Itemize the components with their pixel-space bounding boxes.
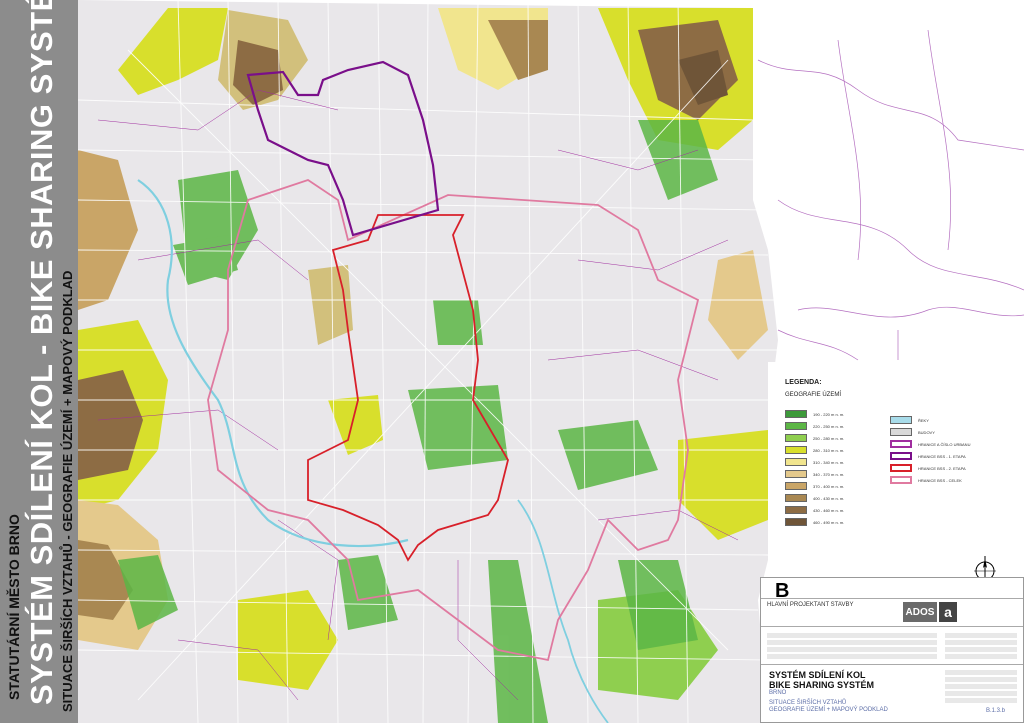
legend-label: HRANICE A ČÍSLO URBANU <box>918 441 971 447</box>
legend-swatch <box>785 506 807 514</box>
legend-swatch <box>890 440 912 448</box>
legend-label: 370 - 400 m n. m. <box>813 483 845 489</box>
company-logo: ADOS <box>903 602 937 622</box>
legend-swatch <box>785 434 807 442</box>
city-title: STATUTÁRNÍ MĚSTO BRNO <box>6 514 22 700</box>
legend-item-row: HRANICE A ČÍSLO URBANU <box>890 440 970 448</box>
head-designer-label: HLAVNÍ PROJEKTANT STAVBY <box>767 602 854 608</box>
legend-swatch <box>890 428 912 436</box>
legend-label: 400 - 430 m n. m. <box>813 495 845 501</box>
main-title: SYSTÉM SDÍLENÍ KOL - BIKE SHARING SYSTÉM <box>24 0 59 705</box>
legend-swatch <box>785 458 807 466</box>
legend-label: 220 - 250 m n. m. <box>813 423 845 429</box>
legend-label: 340 - 370 m n. m. <box>813 471 845 477</box>
legend-swatch <box>785 446 807 454</box>
legend-title: LEGENDA: <box>785 379 822 386</box>
legend-elevation-row: 430 - 460 m n. m. <box>785 506 844 514</box>
legend-label: 250 - 280 m n. m. <box>813 435 845 441</box>
legend-swatch <box>890 452 912 460</box>
legend-elevation-row: 280 - 310 m n. m. <box>785 446 844 454</box>
legend-label: 280 - 310 m n. m. <box>813 447 845 453</box>
legend-swatch <box>890 416 912 424</box>
legend-swatch <box>785 482 807 490</box>
legend-elevation-row: 340 - 370 m n. m. <box>785 470 844 478</box>
drawing-title: SITUACE ŠIRŠÍCH VZTAHŮ <box>769 700 847 706</box>
legend-label: 190 - 220 m n. m. <box>813 411 845 417</box>
legend-label: HRANICE BSS - 1. ETAPA <box>918 453 966 459</box>
legend-label: 460 - 490 m n. m. <box>813 519 845 525</box>
legend-swatch <box>890 464 912 472</box>
legend-swatch <box>785 518 807 526</box>
legend-item-row: HRANICE BSS - CELEK <box>890 476 962 484</box>
project-city: BRNO <box>769 690 787 696</box>
legend-item-row: ŘEKY <box>890 416 929 424</box>
legend-elevation-row: 460 - 490 m n. m. <box>785 518 844 526</box>
legend-label: HRANICE BSS - CELEK <box>918 477 962 483</box>
legend-swatch <box>785 422 807 430</box>
legend-swatch <box>890 476 912 484</box>
legend-label: BUDOVY <box>918 429 935 435</box>
project-title-en: BIKE SHARING SYSTÉM <box>769 680 875 690</box>
drawing-subtitle: GEOGRAFIE ÚZEMÍ + MAPOVÝ PODKLAD <box>769 707 888 713</box>
legend-elevation-row: 400 - 430 m n. m. <box>785 494 844 502</box>
subtitle: SITUACE ŠIRŠÍCH VZTAHŮ - GEOGRAFIE ÚZEMÍ… <box>60 270 75 712</box>
legend-item-row: HRANICE BSS - 2. ETAPA <box>890 464 966 472</box>
legend-label: HRANICE BSS - 2. ETAPA <box>918 465 966 471</box>
legend-label: 310 - 340 m n. m. <box>813 459 845 465</box>
legend-panel: LEGENDA: GEOGRAFIE ÚZEMÍ 190 - 220 m n. … <box>768 362 1024 572</box>
legend-item-row: HRANICE BSS - 1. ETAPA <box>890 452 966 460</box>
legend-elevation-row: 250 - 280 m n. m. <box>785 434 844 442</box>
legend-elevation-row: 310 - 340 m n. m. <box>785 458 844 466</box>
company-logo-mark: a <box>939 602 957 622</box>
map-sheet: STATUTÁRNÍ MĚSTO BRNO SYSTÉM SDÍLENÍ KOL… <box>0 0 1024 723</box>
legend-label: ŘEKY <box>918 417 929 423</box>
sheet-letter: B <box>775 580 790 602</box>
legend-elevation-row: 190 - 220 m n. m. <box>785 410 844 418</box>
project-title-cz: SYSTÉM SDÍLENÍ KOL <box>769 670 866 680</box>
legend-subtitle: GEOGRAFIE ÚZEMÍ <box>785 392 842 398</box>
legend-elevation-row: 220 - 250 m n. m. <box>785 422 844 430</box>
legend-swatch <box>785 470 807 478</box>
title-block: B HLAVNÍ PROJEKTANT STAVBY ADOS a SYSTÉM… <box>760 577 1024 723</box>
legend-item-row: BUDOVY <box>890 428 935 436</box>
legend-swatch <box>785 410 807 418</box>
legend-swatch <box>785 494 807 502</box>
legend-elevation-row: 370 - 400 m n. m. <box>785 482 844 490</box>
legend-label: 430 - 460 m n. m. <box>813 507 845 513</box>
drawing-number: B.1.3.b <box>986 708 1006 714</box>
